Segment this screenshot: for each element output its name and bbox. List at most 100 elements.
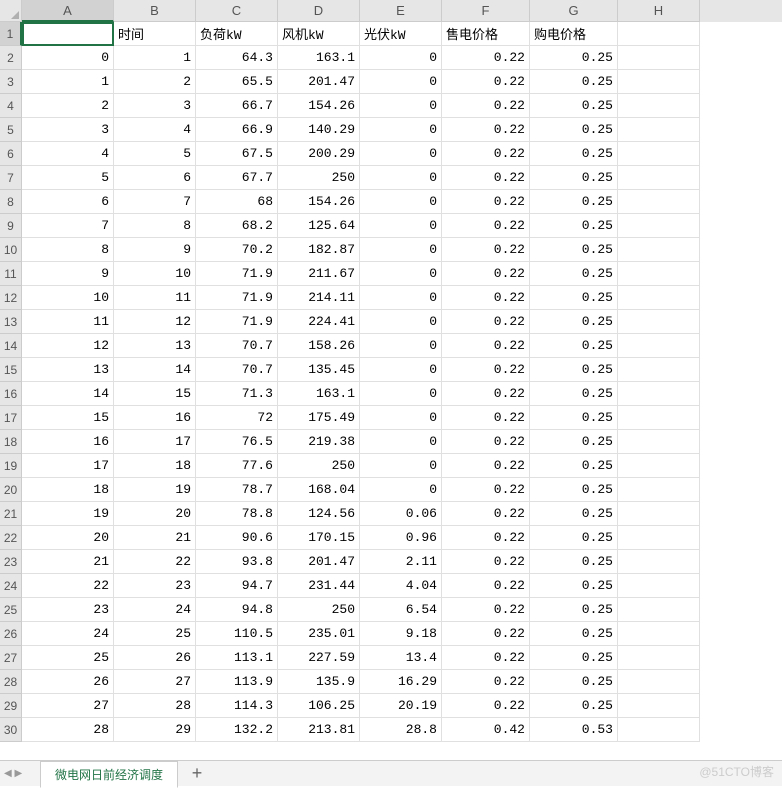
row-header[interactable]: 13: [0, 310, 22, 334]
cell[interactable]: 3: [22, 118, 114, 142]
cell[interactable]: 6.54: [360, 598, 442, 622]
cell[interactable]: 13.4: [360, 646, 442, 670]
cell[interactable]: [618, 526, 700, 550]
cell[interactable]: 0: [360, 382, 442, 406]
row-header[interactable]: 4: [0, 94, 22, 118]
cell[interactable]: 0.25: [530, 646, 618, 670]
select-all-corner[interactable]: [0, 0, 22, 22]
cell[interactable]: 2: [114, 70, 196, 94]
row-header[interactable]: 30: [0, 718, 22, 742]
sheet-tab-active[interactable]: 微电网日前经济调度: [40, 761, 178, 788]
sheet-nav-arrows[interactable]: ◀ ▶: [4, 768, 22, 779]
cell[interactable]: 0.22: [442, 286, 530, 310]
cell[interactable]: 0.22: [442, 550, 530, 574]
cell[interactable]: [618, 70, 700, 94]
cell[interactable]: 5: [22, 166, 114, 190]
cell[interactable]: 29: [114, 718, 196, 742]
cell[interactable]: 0.25: [530, 406, 618, 430]
cell[interactable]: [22, 22, 114, 46]
cell[interactable]: 9.18: [360, 622, 442, 646]
cell[interactable]: 0.96: [360, 526, 442, 550]
cell[interactable]: 113.9: [196, 670, 278, 694]
col-header-D[interactable]: D: [278, 0, 360, 22]
cell[interactable]: [618, 286, 700, 310]
cell[interactable]: 0.22: [442, 46, 530, 70]
cell[interactable]: 1: [114, 46, 196, 70]
cell[interactable]: 132.2: [196, 718, 278, 742]
cell[interactable]: 78.7: [196, 478, 278, 502]
row-header[interactable]: 19: [0, 454, 22, 478]
cell[interactable]: 0.25: [530, 214, 618, 238]
cell[interactable]: 22: [114, 550, 196, 574]
cell[interactable]: 0.22: [442, 142, 530, 166]
cell[interactable]: 风机kW: [278, 22, 360, 46]
cell[interactable]: 0.25: [530, 46, 618, 70]
cell[interactable]: 71.9: [196, 262, 278, 286]
cell[interactable]: 12: [114, 310, 196, 334]
cell[interactable]: 23: [114, 574, 196, 598]
cell[interactable]: 0.25: [530, 94, 618, 118]
cell[interactable]: 219.38: [278, 430, 360, 454]
cell[interactable]: 11: [22, 310, 114, 334]
cell[interactable]: 0.22: [442, 502, 530, 526]
cell[interactable]: 11: [114, 286, 196, 310]
cell[interactable]: 168.04: [278, 478, 360, 502]
cell[interactable]: 154.26: [278, 190, 360, 214]
cell[interactable]: 0.22: [442, 334, 530, 358]
cell[interactable]: 140.29: [278, 118, 360, 142]
cell[interactable]: 0.22: [442, 574, 530, 598]
cell[interactable]: 235.01: [278, 622, 360, 646]
cell[interactable]: [618, 718, 700, 742]
cell[interactable]: [618, 670, 700, 694]
cell[interactable]: 0.25: [530, 142, 618, 166]
cell[interactable]: 71.9: [196, 310, 278, 334]
cell[interactable]: 24: [114, 598, 196, 622]
cell[interactable]: [618, 694, 700, 718]
cell[interactable]: 175.49: [278, 406, 360, 430]
cell[interactable]: 25: [22, 646, 114, 670]
cell[interactable]: 0: [360, 238, 442, 262]
col-header-H[interactable]: H: [618, 0, 700, 22]
cell[interactable]: 67.7: [196, 166, 278, 190]
cell[interactable]: 0.25: [530, 430, 618, 454]
col-header-F[interactable]: F: [442, 0, 530, 22]
cell[interactable]: 200.29: [278, 142, 360, 166]
cell[interactable]: 0.22: [442, 406, 530, 430]
cell[interactable]: 19: [22, 502, 114, 526]
cell[interactable]: 0.22: [442, 382, 530, 406]
cell[interactable]: [618, 214, 700, 238]
cell[interactable]: 163.1: [278, 382, 360, 406]
cell[interactable]: [618, 454, 700, 478]
cell[interactable]: 23: [22, 598, 114, 622]
cell[interactable]: 0.25: [530, 454, 618, 478]
cell[interactable]: 19: [114, 478, 196, 502]
cell[interactable]: 65.5: [196, 70, 278, 94]
cell[interactable]: 0.25: [530, 166, 618, 190]
cell[interactable]: 67.5: [196, 142, 278, 166]
row-header[interactable]: 6: [0, 142, 22, 166]
col-header-E[interactable]: E: [360, 0, 442, 22]
cell[interactable]: 15: [114, 382, 196, 406]
cell[interactable]: 0.25: [530, 598, 618, 622]
cell[interactable]: 0.22: [442, 118, 530, 142]
cell[interactable]: 201.47: [278, 550, 360, 574]
cell[interactable]: 14: [22, 382, 114, 406]
cell[interactable]: 0.25: [530, 334, 618, 358]
cell[interactable]: 0.22: [442, 238, 530, 262]
cell[interactable]: 4: [22, 142, 114, 166]
cell[interactable]: [618, 502, 700, 526]
cell[interactable]: 0: [360, 190, 442, 214]
cell[interactable]: 0: [360, 94, 442, 118]
cell[interactable]: 0.22: [442, 190, 530, 214]
cell[interactable]: 0: [360, 310, 442, 334]
cell[interactable]: 28: [22, 718, 114, 742]
cell[interactable]: 0: [360, 118, 442, 142]
row-header[interactable]: 27: [0, 646, 22, 670]
row-header[interactable]: 16: [0, 382, 22, 406]
cell[interactable]: 71.9: [196, 286, 278, 310]
cell[interactable]: 光伏kW: [360, 22, 442, 46]
row-header[interactable]: 21: [0, 502, 22, 526]
row-header[interactable]: 3: [0, 70, 22, 94]
row-header[interactable]: 11: [0, 262, 22, 286]
cell[interactable]: 0.22: [442, 646, 530, 670]
